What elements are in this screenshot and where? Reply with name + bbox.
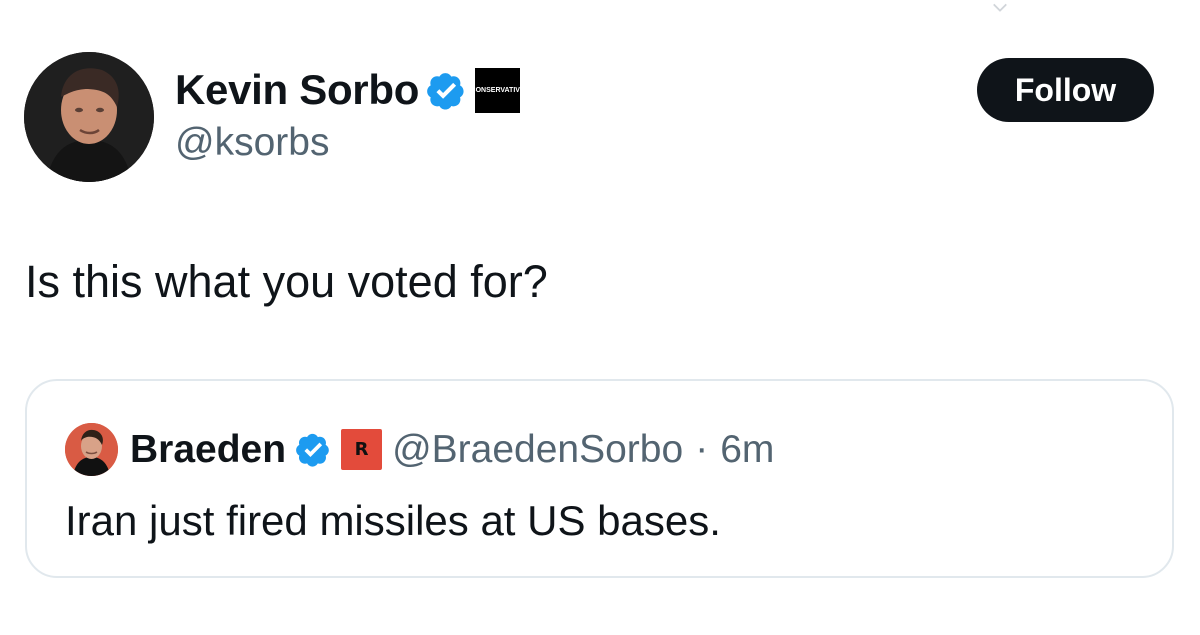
quoted-author-avatar[interactable] — [65, 422, 118, 476]
author-handle[interactable]: @ksorbs — [175, 123, 520, 162]
tweet-text: Is this what you voted for? — [25, 256, 548, 307]
quoted-author-name[interactable]: Braeden — [130, 430, 286, 469]
tweet-card: Kevin Sorbo CONSERVATIVE @ksorbs Follow … — [0, 0, 1200, 635]
quoted-tweet-card[interactable]: Braeden R @BraedenSorbo · 6m Iran just f… — [25, 379, 1174, 578]
quoted-author-handle[interactable]: @BraedenSorbo — [392, 430, 683, 469]
author-name-row: Kevin Sorbo CONSERVATIVE — [175, 61, 525, 119]
follow-button[interactable]: Follow — [977, 58, 1154, 122]
quoted-tweet-time[interactable]: 6m — [720, 430, 774, 469]
verified-badge-icon — [427, 72, 464, 110]
quoted-author-avatar-image — [65, 422, 118, 476]
author-avatar-image — [24, 52, 154, 182]
top-edge-fragment — [992, 0, 1008, 13]
author-display-name[interactable]: Kevin Sorbo — [175, 69, 419, 111]
separator-dot: · — [695, 427, 709, 470]
author-info: Kevin Sorbo CONSERVATIVE @ksorbs — [175, 61, 525, 162]
affiliation-badge[interactable]: CONSERVATIVE — [471, 67, 525, 113]
quoted-affiliation-badge[interactable]: R — [341, 428, 383, 470]
quoted-tweet-header: Braeden R @BraedenSorbo · 6m — [65, 420, 774, 478]
author-avatar[interactable] — [24, 52, 154, 182]
verified-badge-icon — [296, 433, 329, 467]
quoted-tweet-text: Iran just fired missiles at US bases. — [65, 497, 721, 544]
